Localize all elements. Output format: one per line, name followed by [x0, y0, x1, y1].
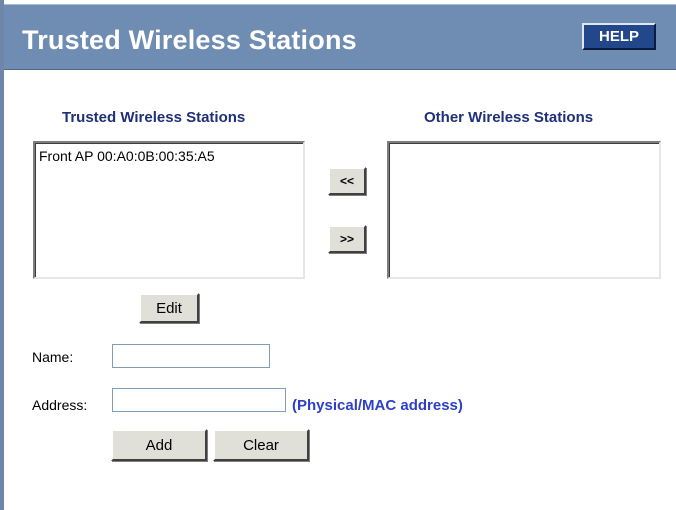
left-border: [0, 0, 4, 510]
other-stations-heading: Other Wireless Stations: [424, 109, 594, 126]
page-title: Trusted Wireless Stations: [22, 25, 357, 55]
trusted-stations-list[interactable]: Front AP 00:A0:0B:00:35:A5: [33, 141, 305, 279]
edit-button[interactable]: Edit: [139, 293, 199, 323]
move-to-trusted-button[interactable]: <<: [328, 167, 366, 195]
add-button[interactable]: Add: [111, 429, 207, 461]
move-to-other-button[interactable]: >>: [328, 225, 366, 253]
name-input[interactable]: [112, 344, 270, 368]
other-stations-list[interactable]: [387, 141, 661, 279]
clear-button[interactable]: Clear: [213, 429, 309, 461]
name-label: Name:: [32, 349, 74, 365]
help-button[interactable]: HELP: [582, 23, 656, 50]
trusted-stations-heading: Trusted Wireless Stations: [62, 109, 246, 126]
title-bar: Trusted Wireless Stations HELP: [4, 4, 676, 70]
list-item[interactable]: Front AP 00:A0:0B:00:35:A5: [39, 148, 215, 164]
address-input[interactable]: [112, 388, 286, 412]
address-label: Address:: [32, 397, 88, 413]
address-hint: (Physical/MAC address): [292, 397, 463, 414]
